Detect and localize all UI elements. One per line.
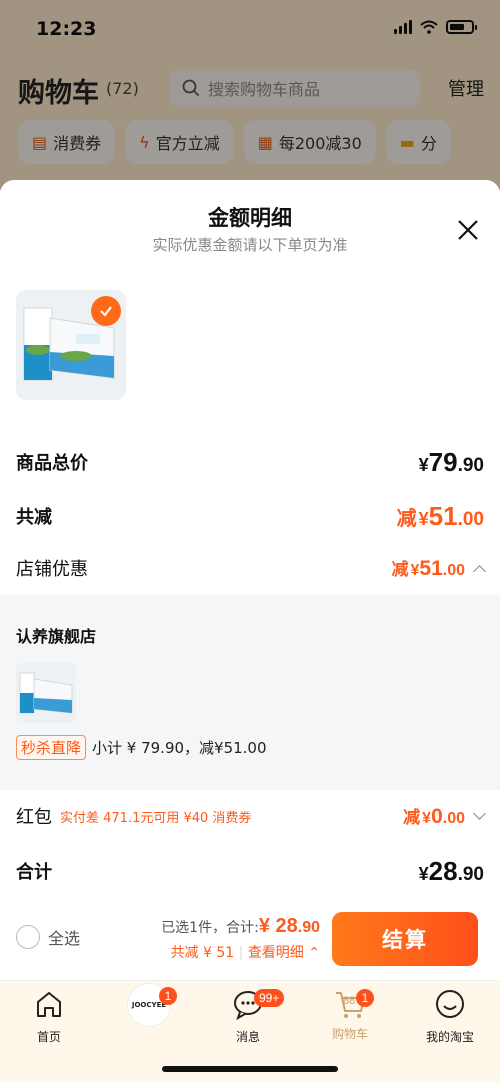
store-product-thumbnail bbox=[16, 663, 76, 723]
price-decimal: .00 bbox=[442, 562, 465, 579]
sum-row: 合计 ¥28.90 bbox=[16, 853, 484, 889]
chevron-down-icon bbox=[473, 806, 486, 820]
store-discount-row[interactable]: 店铺优惠 减 ¥51.00 bbox=[16, 550, 486, 586]
seckill-tag: 秒杀直降 bbox=[16, 735, 87, 760]
discount-prefix: 减 bbox=[403, 808, 421, 827]
currency-symbol: ¥ bbox=[258, 915, 270, 937]
currency-symbol: ¥ bbox=[418, 508, 429, 529]
tab-label: 购物车 bbox=[331, 1027, 368, 1041]
select-all-label: 全选 bbox=[48, 929, 81, 948]
price-decimal: .00 bbox=[457, 508, 484, 530]
price-integer: 51 bbox=[419, 557, 443, 580]
price-integer: 28 bbox=[269, 915, 298, 937]
store-subtotal-line: 秒杀直降 小计 ¥ 79.90，减¥51.00 bbox=[16, 735, 267, 760]
price-decimal: .00 bbox=[442, 810, 465, 827]
currency-symbol: ¥ bbox=[422, 810, 432, 827]
tab-label: 我的淘宝 bbox=[425, 1030, 474, 1044]
total-price-label: 商品总价 bbox=[16, 453, 88, 474]
close-icon[interactable] bbox=[454, 216, 482, 244]
sheet-title: 金额明细 bbox=[208, 206, 292, 230]
total-discount-value: 减 ¥51.00 bbox=[397, 501, 484, 532]
currency-symbol: ¥ bbox=[418, 863, 429, 884]
checkout-summary: 已选1件，合计:¥ 28.90 共减 ¥ 51 | 查看明细 ⌃ bbox=[130, 915, 320, 962]
price-decimal: .90 bbox=[457, 863, 484, 885]
currency-symbol: ¥ bbox=[410, 562, 420, 579]
select-all-toggle[interactable]: 全选 bbox=[16, 925, 80, 949]
sum-label: 合计 bbox=[16, 862, 52, 883]
selected-amount: ¥ 28.90 bbox=[259, 915, 320, 937]
amount-detail-sheet: 金额明细 实际优惠金额请以下单页为准 商品总价 ¥79.90 共减 减 ¥51.0… bbox=[0, 180, 500, 980]
price-decimal: .90 bbox=[457, 454, 484, 476]
cart-count-text: 88 bbox=[343, 995, 356, 1007]
hongbao-label: 红包 bbox=[16, 807, 52, 828]
discount-prefix: 减 bbox=[391, 560, 409, 579]
checkout-button[interactable]: 结算 bbox=[332, 912, 478, 966]
tab-home[interactable]: 首页 bbox=[9, 987, 89, 1045]
home-indicator bbox=[162, 1066, 338, 1072]
notification-badge: 99+ bbox=[254, 989, 285, 1007]
sheet-subtitle: 实际优惠金额请以下单页为准 bbox=[152, 236, 348, 254]
selected-text: 已选1件，合计: bbox=[161, 920, 259, 936]
hongbao-value: 减 ¥0.00 bbox=[403, 803, 465, 829]
chevron-up-icon bbox=[473, 564, 486, 578]
tab-brand-avatar[interactable]: JOOCYEE 1 bbox=[109, 983, 189, 1031]
total-discount-row: 共减 减 ¥51.00 bbox=[16, 498, 484, 534]
tab-my-taobao[interactable]: 我的淘宝 bbox=[410, 987, 490, 1045]
store-subtotal-text: 小计 ¥ 79.90，减¥51.00 bbox=[92, 739, 267, 757]
store-discount-detail: 认养旗舰店 秒杀直降 小计 ¥ 79.90，减¥51.00 bbox=[0, 595, 500, 790]
home-icon bbox=[37, 992, 61, 1017]
select-all-radio[interactable] bbox=[16, 925, 40, 949]
tab-label: 首页 bbox=[36, 1030, 61, 1044]
price-integer: 0 bbox=[431, 805, 443, 828]
saved-summary[interactable]: 共减 ¥ 51 | 查看明细 ⌃ bbox=[130, 942, 320, 962]
profile-icon bbox=[436, 990, 464, 1018]
total-price-row: 商品总价 ¥79.90 bbox=[16, 444, 484, 480]
store-discount-label: 店铺优惠 bbox=[16, 559, 88, 580]
checkout-bar: 全选 已选1件，合计:¥ 28.90 共减 ¥ 51 | 查看明细 ⌃ 结算 bbox=[0, 905, 500, 980]
view-detail-link[interactable]: 查看明细 bbox=[248, 945, 304, 961]
store-name: 认养旗舰店 bbox=[16, 627, 97, 646]
price-decimal: .90 bbox=[297, 919, 320, 936]
notification-badge: 1 bbox=[356, 989, 374, 1007]
selected-check-icon[interactable] bbox=[91, 296, 121, 326]
currency-symbol: ¥ bbox=[418, 454, 429, 475]
discount-prefix: 减 bbox=[396, 507, 417, 530]
hongbao-note: 实付差 471.1元可用 ¥40 消费券 bbox=[60, 810, 252, 826]
saved-text: 共减 ¥ 51 bbox=[170, 945, 235, 961]
hongbao-row[interactable]: 红包 实付差 471.1元可用 ¥40 消费券 减 ¥0.00 bbox=[16, 798, 486, 834]
caret-up-icon: ⌃ bbox=[308, 945, 320, 961]
price-integer: 51 bbox=[428, 500, 458, 531]
store-discount-value: 减 ¥51.00 bbox=[391, 555, 465, 581]
total-price-value: ¥79.90 bbox=[419, 447, 484, 478]
sum-value: ¥28.90 bbox=[419, 856, 484, 887]
tab-messages[interactable]: 消息 99+ bbox=[208, 987, 288, 1045]
price-integer: 79 bbox=[428, 446, 458, 477]
price-integer: 28 bbox=[428, 855, 458, 886]
total-discount-label: 共减 bbox=[16, 507, 52, 528]
tab-label: 消息 bbox=[235, 1030, 260, 1044]
selected-summary: 已选1件，合计:¥ 28.90 bbox=[130, 915, 320, 938]
milk-box-image bbox=[16, 663, 76, 723]
modal-overlay[interactable] bbox=[0, 0, 500, 190]
tab-cart[interactable]: 88 购物车 1 bbox=[310, 987, 390, 1042]
notification-badge: 1 bbox=[159, 987, 177, 1005]
